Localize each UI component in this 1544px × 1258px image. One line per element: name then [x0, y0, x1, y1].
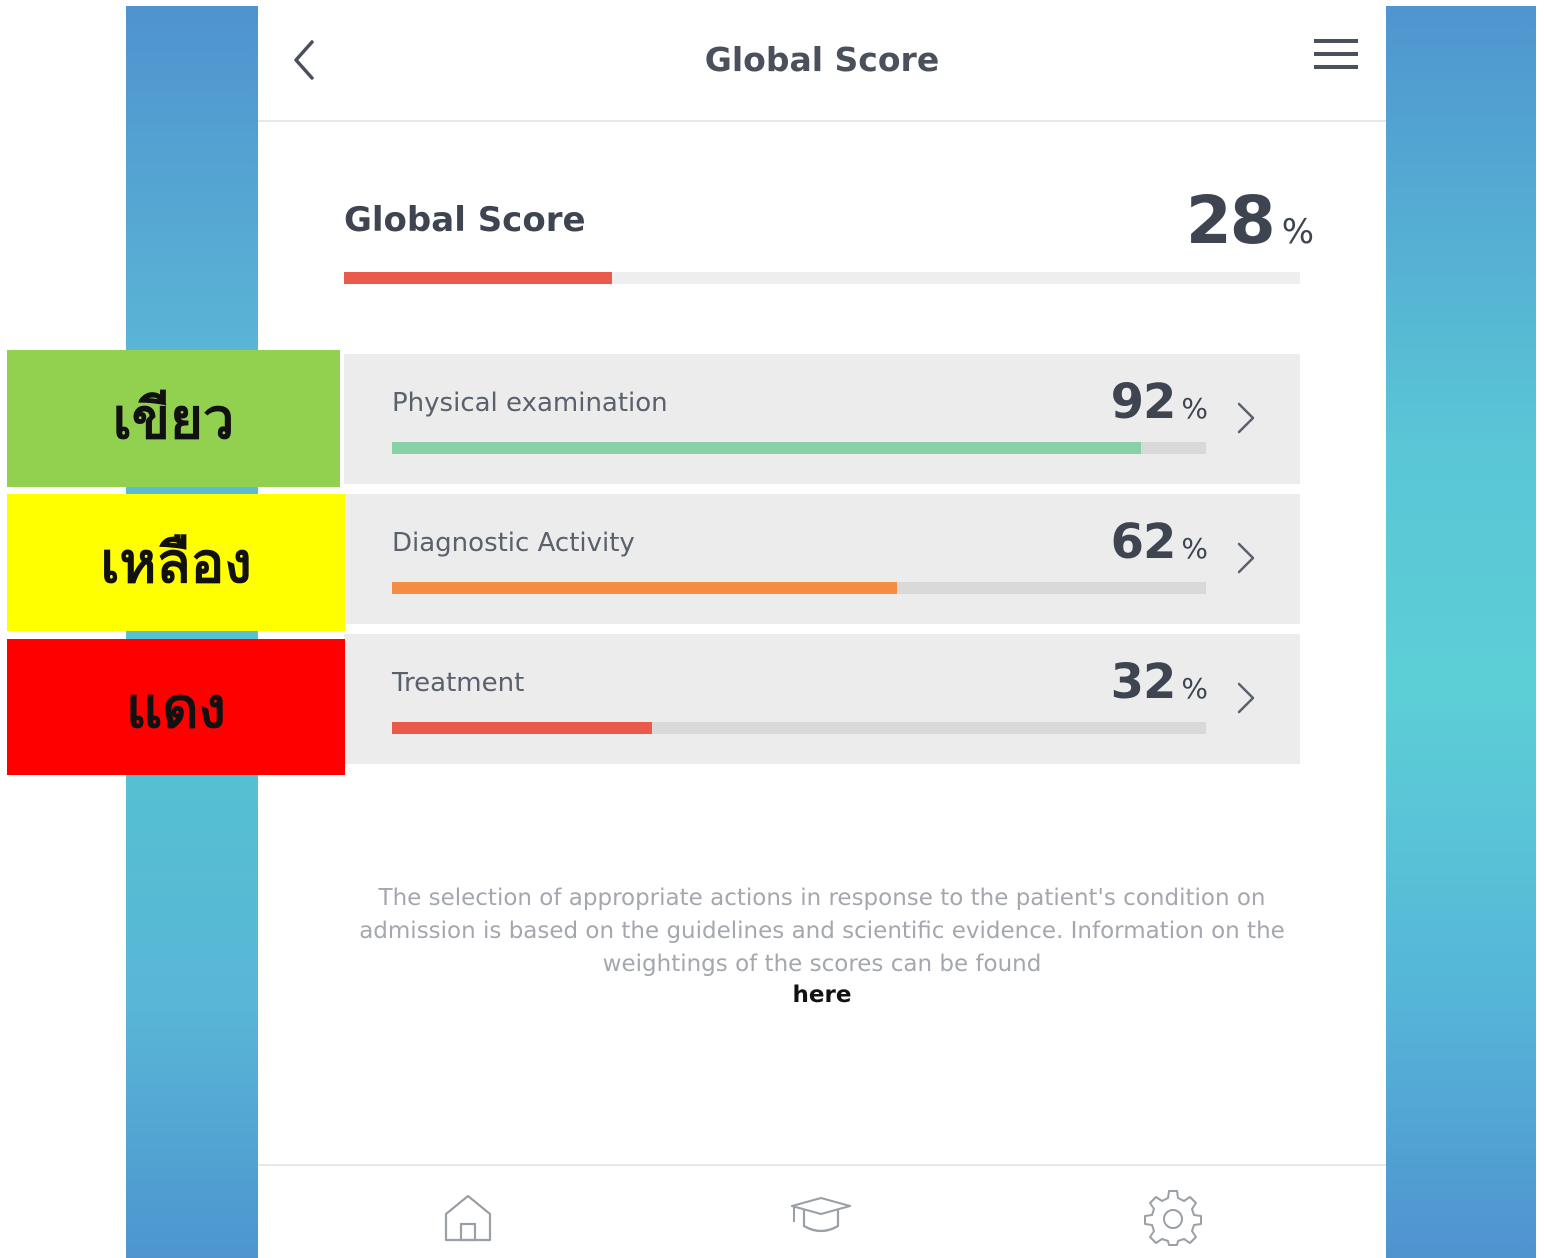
category-progress-fill: [392, 722, 653, 734]
category-progress-fill: [392, 442, 1141, 454]
gear-icon[interactable]: [1144, 1188, 1202, 1246]
graduation-cap-icon[interactable]: [788, 1194, 854, 1238]
global-score-progress-fill: [344, 272, 612, 284]
bottom-navigation: [258, 1164, 1386, 1258]
category-score: 62%: [1044, 514, 1208, 570]
category-card-physical-examination[interactable]: Physical examination 92%: [344, 354, 1300, 484]
global-score-unit: %: [1281, 212, 1314, 252]
global-score-value: 28%: [1158, 182, 1314, 259]
score-screen: Global Score Global Score 28% Physical e…: [258, 6, 1386, 1258]
global-score-label: Global Score: [344, 200, 586, 240]
category-progress-track: [392, 442, 1206, 454]
chevron-right-icon[interactable]: [1234, 398, 1258, 438]
legend-red-label: แดง: [7, 639, 345, 775]
hamburger-menu-icon[interactable]: [1312, 36, 1360, 72]
category-card-diagnostic-activity[interactable]: Diagnostic Activity 62%: [344, 494, 1300, 624]
home-icon[interactable]: [442, 1190, 494, 1244]
page-title: Global Score: [704, 40, 940, 79]
category-label: Treatment: [392, 668, 525, 698]
chevron-right-icon[interactable]: [1234, 538, 1258, 578]
legend-green-label: เขียว: [7, 350, 340, 487]
category-score-unit: %: [1181, 392, 1208, 425]
global-score-progress-track: [344, 272, 1300, 284]
category-label: Diagnostic Activity: [392, 528, 635, 558]
category-progress-fill: [392, 582, 897, 594]
legend-yellow-label: เหลือง: [7, 494, 345, 631]
background-right-panel: [1386, 6, 1536, 1258]
category-progress-track: [392, 722, 1206, 734]
category-progress-track: [392, 582, 1206, 594]
background-left-panel: [126, 6, 258, 1258]
category-card-treatment[interactable]: Treatment 32%: [344, 634, 1300, 764]
category-score-unit: %: [1181, 532, 1208, 565]
category-score: 92%: [1044, 374, 1208, 430]
category-label: Physical examination: [392, 388, 668, 418]
category-score-unit: %: [1181, 672, 1208, 705]
category-score: 32%: [1044, 654, 1208, 710]
score-footnote: The selection of appropriate actions in …: [359, 885, 1285, 977]
category-score-number: 92: [1110, 374, 1177, 430]
weightings-link[interactable]: here: [258, 982, 1386, 1008]
category-score-number: 62: [1110, 514, 1177, 570]
category-score-number: 32: [1110, 654, 1177, 710]
header-bar: Global Score: [258, 6, 1386, 122]
chevron-right-icon[interactable]: [1234, 678, 1258, 718]
global-score-number: 28: [1185, 182, 1276, 259]
